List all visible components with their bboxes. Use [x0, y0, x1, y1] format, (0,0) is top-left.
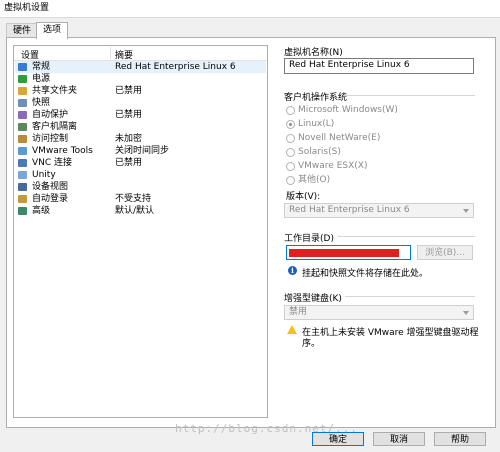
settings-list[interactable]: 设置 摘要 常规 Red Hat Enterprise Linux 6 电源 共享文件… [13, 45, 268, 418]
list-item-name: 高级 [32, 206, 51, 216]
list-item[interactable]: 自动保护 已禁用 [15, 109, 266, 121]
list-item-name: 自动保护 [32, 110, 69, 120]
list-item[interactable]: 快照 [15, 97, 266, 109]
list-item[interactable]: 电源 [15, 73, 266, 85]
chevron-down-icon [463, 311, 469, 315]
list-item[interactable]: 访问控制 未加密 [15, 133, 266, 145]
list-item-name: VNC 连接 [32, 158, 73, 168]
version-select-value: Red Hat Enterprise Linux 6 [289, 205, 410, 215]
list-item-summary: 关闭时间同步 [115, 146, 170, 156]
column-header-setting[interactable]: 设置 [21, 48, 39, 61]
list-item-summary: 已禁用 [115, 158, 143, 168]
tab-options[interactable]: 选项 [36, 22, 69, 39]
list-item[interactable]: 常规 Red Hat Enterprise Linux 6 [15, 61, 266, 73]
autoprotect-icon [18, 111, 27, 119]
list-item[interactable]: VNC 连接 已禁用 [15, 157, 266, 169]
vmware-tools-icon [18, 147, 27, 155]
isolation-icon [18, 123, 27, 131]
window-title: 虚拟机设置 [4, 3, 50, 13]
chevron-down-icon [463, 209, 469, 213]
version-label: 版本(V): [286, 192, 321, 202]
list-item[interactable]: 客户机隔离 [15, 121, 266, 133]
working-dir-divider [338, 236, 475, 237]
enhanced-keyboard-value: 禁用 [289, 307, 308, 317]
working-dir-note: 挂起和快照文件将存储在此处。 [302, 269, 429, 279]
general-icon [18, 63, 27, 71]
radio-dot [286, 162, 295, 171]
power-icon [18, 75, 27, 83]
working-dir-input[interactable] [286, 245, 411, 260]
enhanced-keyboard-select[interactable]: 禁用 [284, 305, 474, 320]
working-dir-label: 工作目录(D) [284, 234, 334, 244]
autologin-icon [18, 195, 27, 203]
list-item-name: 客户机隔离 [32, 122, 78, 132]
list-item-summary: 已禁用 [115, 86, 143, 96]
list-item-summary: 未加密 [115, 134, 143, 144]
browse-button[interactable]: 浏览(B)... [417, 245, 473, 260]
snapshot-icon [18, 99, 27, 107]
list-item-summary: Red Hat Enterprise Linux 6 [115, 62, 236, 72]
list-item-name: 快照 [32, 98, 51, 108]
shared-folder-icon [18, 87, 27, 95]
radio-dot-selected [286, 120, 295, 129]
redacted-path [289, 249, 399, 257]
radio-dot [286, 176, 295, 185]
list-item[interactable]: Unity [15, 169, 266, 181]
guest-os-divider [345, 95, 475, 96]
enhanced-keyboard-note-1: 在主机上未安装 VMware 增强型键盘驱动程 [302, 328, 479, 338]
list-item-summary: 已禁用 [115, 110, 143, 120]
list-item-name: 常规 [32, 62, 51, 72]
list-item-name: 自动登录 [32, 194, 69, 204]
info-icon: i [288, 266, 297, 275]
list-item-name: 设备视图 [32, 182, 69, 192]
vm-name-input[interactable]: Red Hat Enterprise Linux 6 [284, 58, 474, 74]
vm-name-label: 虚拟机名称(N) [284, 48, 343, 58]
enhanced-keyboard-divider [345, 296, 475, 297]
column-header-summary[interactable]: 摘要 [115, 48, 133, 61]
list-item[interactable]: 自动登录 不受支持 [15, 193, 266, 205]
tab-hardware[interactable]: 硬件 [6, 23, 39, 38]
list-item[interactable]: 设备视图 [15, 181, 266, 193]
list-item-name: Unity [32, 170, 56, 180]
guest-os-label: 客户机操作系统 [284, 93, 348, 103]
list-item-summary: 默认/默认 [115, 206, 155, 216]
version-select[interactable]: Red Hat Enterprise Linux 6 [284, 203, 474, 218]
list-item-name: 访问控制 [32, 134, 69, 144]
list-item-summary: 不受支持 [115, 194, 152, 204]
list-item-name: VMware Tools [32, 146, 93, 156]
enhanced-keyboard-label: 增强型键盘(K) [284, 294, 342, 304]
cancel-button[interactable]: 取消 [373, 432, 425, 446]
list-header: 设置 摘要 [14, 46, 267, 61]
column-divider[interactable] [110, 47, 111, 59]
vnc-icon [18, 159, 27, 167]
radio-dot [286, 148, 295, 157]
list-item[interactable]: 共享文件夹 已禁用 [15, 85, 266, 97]
list-item[interactable]: VMware Tools 关闭时间同步 [15, 145, 266, 157]
warning-icon [287, 325, 297, 334]
radio-dot [286, 134, 295, 143]
access-control-icon [18, 135, 27, 143]
device-view-icon [18, 183, 27, 191]
list-item-name: 电源 [32, 74, 51, 84]
list-item-name: 共享文件夹 [32, 86, 78, 96]
list-item[interactable]: 高级 默认/默认 [15, 205, 266, 217]
title-bar: 虚拟机设置 [0, 0, 500, 18]
ok-button[interactable]: 确定 [312, 432, 364, 446]
radio-dot [286, 106, 295, 115]
help-button[interactable]: 帮助 [434, 432, 486, 446]
unity-icon [18, 171, 27, 179]
advanced-icon [18, 207, 27, 215]
enhanced-keyboard-note-2: 序。 [302, 339, 321, 349]
tab-strip: 硬件 选项 [0, 22, 500, 39]
